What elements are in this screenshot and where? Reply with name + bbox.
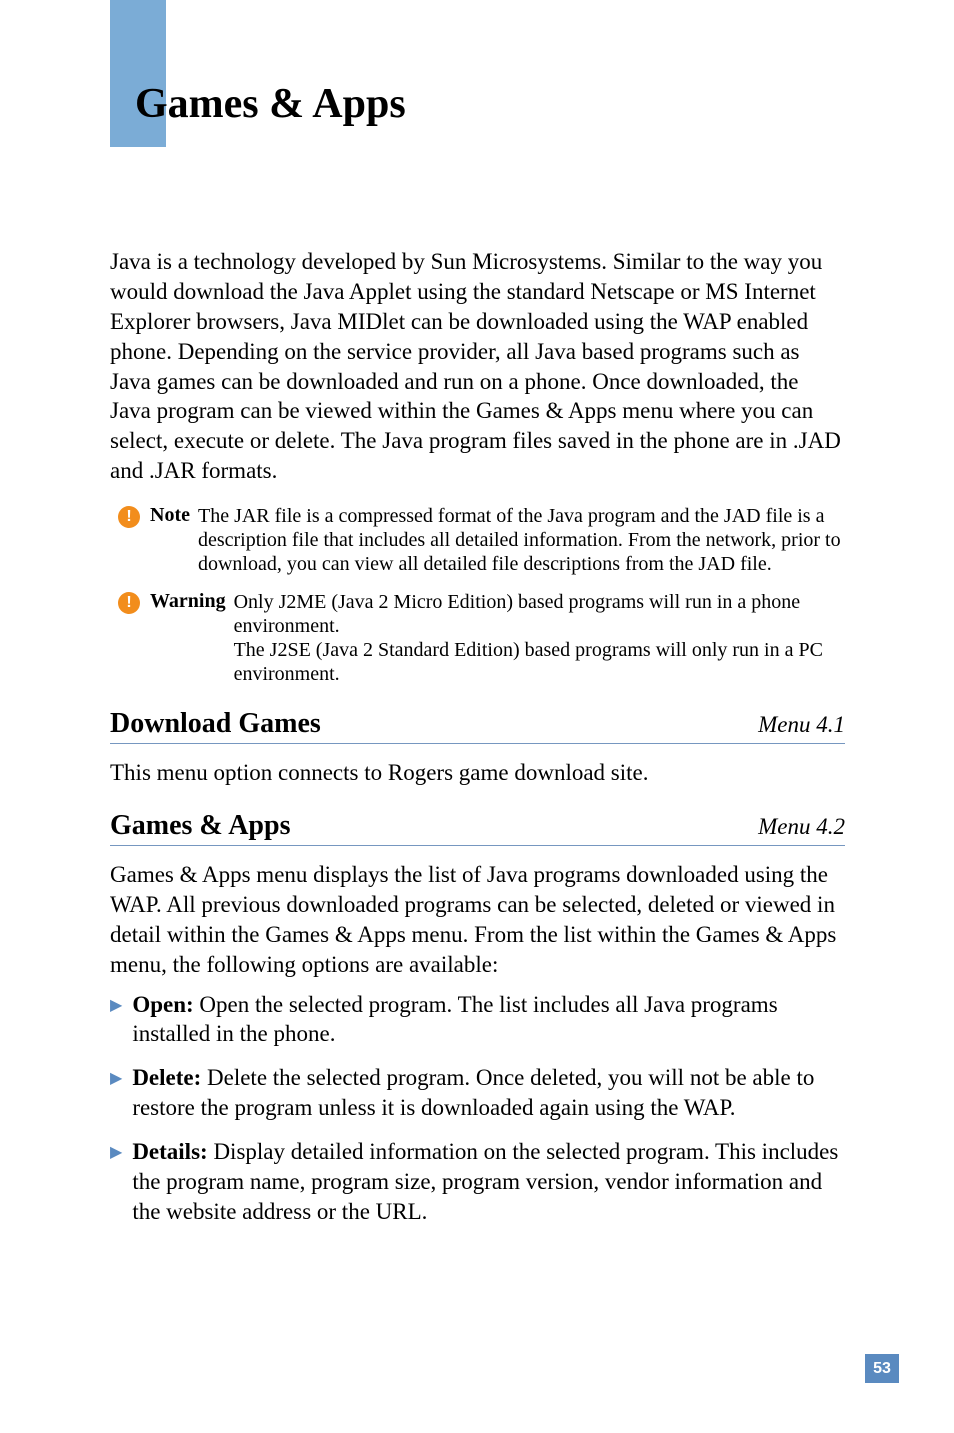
section-menu-ref: Menu 4.1 xyxy=(758,712,845,738)
chapter-title: Games & Apps xyxy=(135,80,406,128)
note-label: Note xyxy=(150,504,190,527)
list-item: ▶ Details: Display detailed information … xyxy=(110,1137,845,1227)
page-content: Java is a technology developed by Sun Mi… xyxy=(110,247,845,1241)
exclamation-icon: ! xyxy=(118,506,140,528)
section-menu-ref: Menu 4.2 xyxy=(758,814,845,840)
note-text: The JAR file is a compressed format of t… xyxy=(198,504,845,576)
note-callout: ! Note The JAR file is a compressed form… xyxy=(110,504,845,576)
bullet-text: Details: Display detailed information on… xyxy=(132,1137,845,1227)
triangle-right-icon: ▶ xyxy=(110,1142,122,1162)
warning-label: Warning xyxy=(150,590,226,613)
intro-paragraph: Java is a technology developed by Sun Mi… xyxy=(110,247,845,486)
bullet-text: Delete: Delete the selected program. Onc… xyxy=(132,1063,845,1123)
section-title: Download Games xyxy=(110,708,321,740)
section-title: Games & Apps xyxy=(110,810,290,842)
section-header-download-games: Download Games Menu 4.1 xyxy=(110,708,845,744)
warning-callout: ! Warning Only J2ME (Java 2 Micro Editio… xyxy=(110,590,845,686)
bullet-text: Open: Open the selected program. The lis… xyxy=(132,990,845,1050)
section-body: This menu option connects to Rogers game… xyxy=(110,758,845,788)
triangle-right-icon: ▶ xyxy=(110,995,122,1015)
list-item: ▶ Open: Open the selected program. The l… xyxy=(110,990,845,1050)
section-body: Games & Apps menu displays the list of J… xyxy=(110,860,845,980)
list-item: ▶ Delete: Delete the selected program. O… xyxy=(110,1063,845,1123)
triangle-right-icon: ▶ xyxy=(110,1068,122,1088)
warning-text: Only J2ME (Java 2 Micro Edition) based p… xyxy=(234,590,845,686)
exclamation-icon: ! xyxy=(118,592,140,614)
section-header-games-apps: Games & Apps Menu 4.2 xyxy=(110,810,845,846)
page-number: 53 xyxy=(865,1354,899,1383)
options-list: ▶ Open: Open the selected program. The l… xyxy=(110,990,845,1227)
